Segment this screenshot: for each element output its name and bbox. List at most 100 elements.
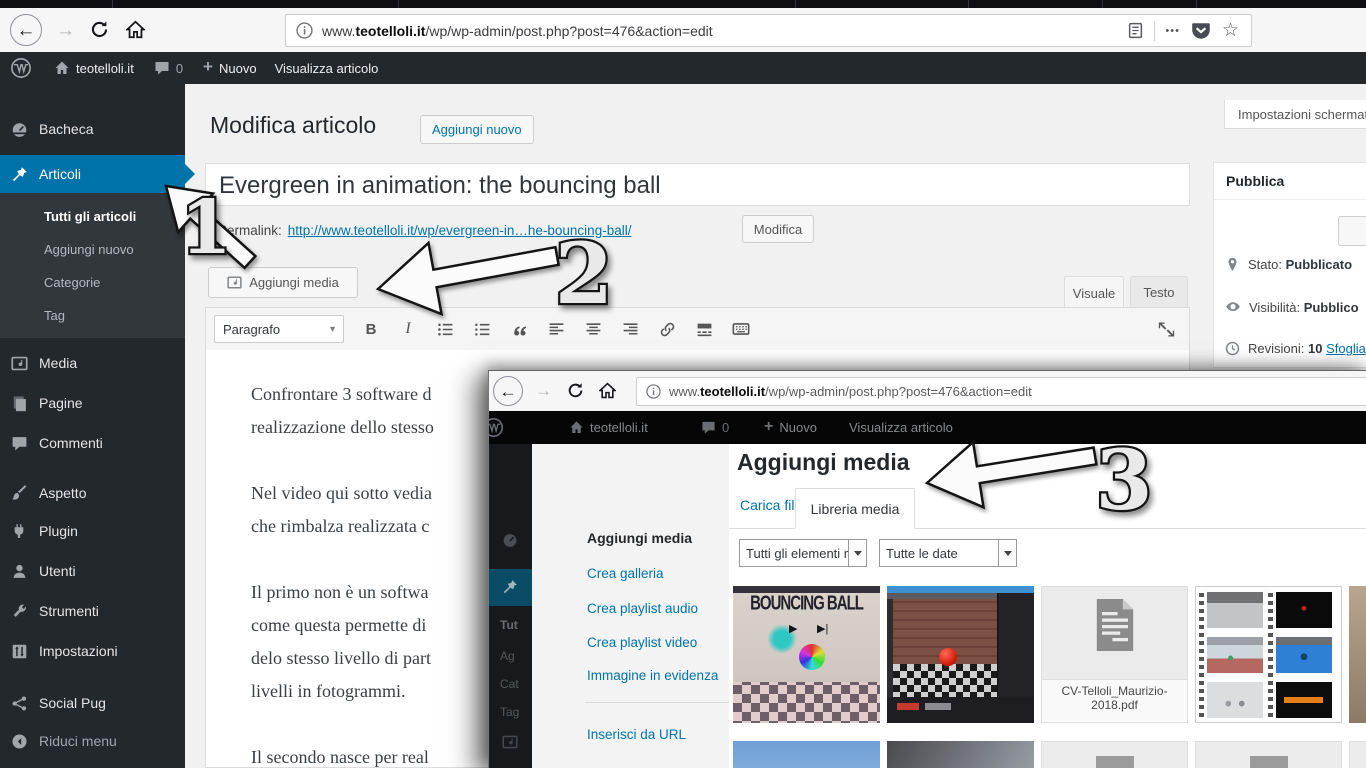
visibility-row: Visibilità: Pubblico [1225,299,1359,315]
forward-icon[interactable]: → [56,21,75,40]
media-item-document[interactable] [1195,741,1342,768]
thumb-decoration [1207,637,1263,673]
browse-revisions-link[interactable]: Sfoglia [1326,341,1366,356]
tab-visual[interactable]: Visuale [1064,276,1124,309]
sidebar-item-articoli[interactable]: Articoli [0,155,185,193]
pdf-filename: CV-Telloli_Maurizio-2018.pdf [1042,679,1187,722]
media-item-pdf[interactable]: CV-Telloli_Maurizio-2018.pdf [1041,586,1188,723]
adminbar-comments[interactable]: 0 [154,52,183,84]
page-actions-icon[interactable]: ••• [1165,25,1180,37]
sidebar-item-aggiungi-nuovo[interactable]: Aggiungi nuovo [0,233,185,266]
site-info-icon[interactable] [296,22,313,39]
filter-media-type-select[interactable]: Tutti gli elementi me [739,539,867,567]
url-text: www.teotelloli.it/wp/wp-admin/post.php?p… [322,23,713,39]
home-icon[interactable] [599,382,616,399]
pages-icon [11,395,28,412]
sidebar-item-social-pug[interactable]: Social Pug [0,685,185,721]
thumb-decoration [1250,756,1288,768]
media-icon [11,355,28,372]
overlay-dimmed-sidebar: Tut Ag Cat Tag [489,444,532,768]
reload-icon[interactable] [567,382,584,399]
modal-menu-add-media[interactable]: Aggiungi media [587,530,692,546]
sidebar-item-utenti[interactable]: Utenti [0,553,185,589]
permalink-row: Permalink: http://www.teotelloli.it/wp/e… [218,216,631,244]
align-right-button[interactable] [615,315,645,343]
sidebar-collapse-menu[interactable]: Riduci menu [0,723,185,759]
tab-upload-files[interactable]: Carica file [740,497,802,513]
edit-permalink-button[interactable]: Modifica [742,215,814,243]
modal-menu-featured-image[interactable]: Immagine in evidenza [587,668,718,683]
media-item-photo[interactable] [887,741,1034,768]
adminbar-view-post[interactable]: Visualizza articolo [275,52,379,84]
sidebar-item-tag[interactable]: Tag [0,299,185,332]
blockquote-button[interactable] [504,315,534,343]
add-media-button[interactable]: Aggiungi media [208,267,358,298]
modal-menu-create-gallery[interactable]: Crea galleria [587,566,664,581]
sidebar-item-bacheca[interactable]: Bacheca [0,111,185,147]
back-button[interactable]: ← [10,14,42,46]
home-icon [569,420,584,435]
sidebar-item-strumenti[interactable]: Strumenti [0,593,185,629]
back-button[interactable]: ← [493,376,523,406]
modal-menu-create-audio-playlist[interactable]: Crea playlist audio [587,601,698,616]
screen-options-tab[interactable]: Impostazioni schermata [1224,100,1366,129]
preview-changes-button-fragment[interactable] [1338,216,1366,246]
media-item-3d-software[interactable] [887,586,1034,723]
sidebar-item-aspetto[interactable]: Aspetto [0,475,185,511]
sidebar-item-categorie[interactable]: Categorie [0,266,185,299]
tab-separator [795,0,796,8]
adminbar-site-link[interactable]: teotelloli.it [54,52,134,84]
forward-icon[interactable]: → [535,382,552,399]
toolbar-toggle-button[interactable] [726,315,756,343]
tab-text[interactable]: Testo [1130,276,1188,308]
bullet-list-button[interactable] [430,315,460,343]
thumb-decoration [1276,682,1332,718]
italic-button[interactable]: I [393,315,423,343]
comment-bubble-icon [701,420,716,435]
permalink-link[interactable]: http://www.teotelloli.it/wp/evergreen-in… [288,223,632,238]
read-more-tag-button[interactable] [689,315,719,343]
sidebar-item-tutti-gli-articoli[interactable]: Tutti gli articoli [0,200,185,233]
align-center-button[interactable] [578,315,608,343]
post-title-input[interactable]: Evergreen in animation: the bouncing bal… [205,163,1190,206]
next-icon: ▶| [817,622,828,635]
fullscreen-button[interactable] [1151,315,1181,343]
numbered-list-button[interactable] [467,315,497,343]
bold-button[interactable]: B [356,315,386,343]
filter-date-select[interactable]: Tutte le date [879,539,1017,567]
reload-icon[interactable] [90,20,109,39]
modal-menu-insert-from-url[interactable]: Inserisci da URL [587,727,686,742]
sidebar-item-commenti[interactable]: Commenti [0,425,185,461]
pocket-icon[interactable] [1190,20,1212,42]
media-item-document[interactable] [1041,741,1188,768]
document-icon [1094,599,1136,651]
media-item-bouncing-ball[interactable]: BOUNCING BALL ▶ ▶| [733,586,880,723]
align-left-button[interactable] [541,315,571,343]
url-bar[interactable]: www.teotelloli.it/wp/wp-admin/post.php?p… [636,377,1366,406]
bookmark-star-icon[interactable]: ☆ [1222,19,1239,42]
insert-link-button[interactable] [652,315,682,343]
home-icon[interactable] [126,20,145,39]
tab-media-library[interactable]: Libreria media [795,488,915,529]
page-title: Modifica articolo [210,112,376,139]
media-item-contact-sheet[interactable] [1195,586,1342,723]
permalink-label: Permalink: [218,223,282,238]
adminbar-new-item[interactable]: + Nuovo [203,52,257,84]
thumb-decoration [897,703,919,710]
overlay-screenshot: ← → www.teotelloli.it/wp/wp-admin/post.p… [488,370,1366,768]
format-dropdown[interactable]: Paragrafo ▾ [214,315,344,343]
media-item-photo[interactable] [733,741,880,768]
wordpress-logo-icon[interactable] [10,57,32,79]
url-bar[interactable]: www.teotelloli.it/wp/wp-admin/post.php?p… [285,14,1252,47]
add-new-button[interactable]: Aggiungi nuovo [420,115,534,144]
thumb-decoration [1207,682,1263,718]
sidebar-item-media[interactable]: Media [0,345,185,381]
sidebar-item-pagine[interactable]: Pagine [0,385,185,421]
modal-menu-create-video-playlist[interactable]: Crea playlist video [587,635,697,650]
sidebar-item-impostazioni[interactable]: Impostazioni [0,633,185,669]
media-item-document[interactable] [1349,741,1366,768]
screenshot-root: ← → www.teotelloli.it/wp/wp-admin/post.p… [0,0,1366,768]
media-item-photo[interactable] [1349,586,1366,723]
sidebar-item-plugin[interactable]: Plugin [0,513,185,549]
reader-view-icon[interactable] [1127,22,1144,39]
